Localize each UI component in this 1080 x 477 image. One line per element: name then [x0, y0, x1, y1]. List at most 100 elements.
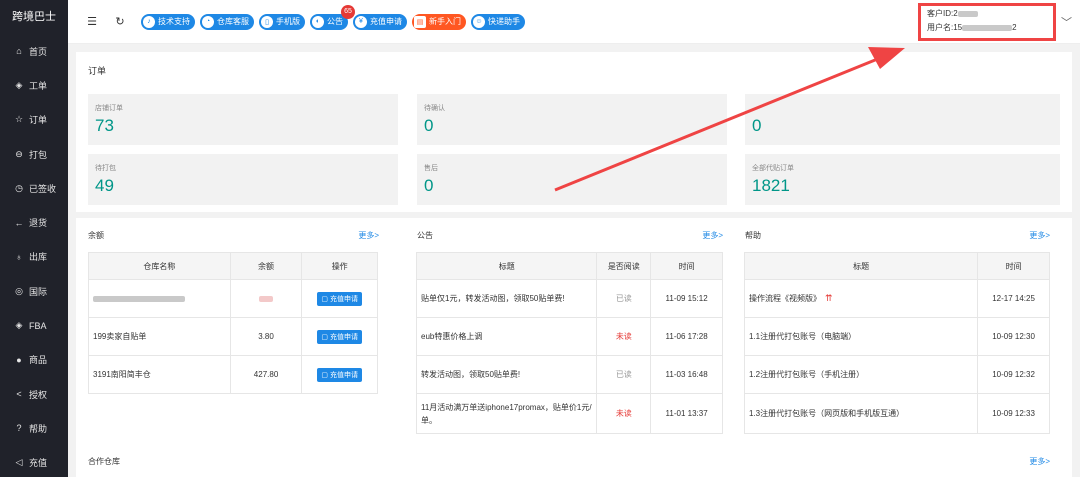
- sidebar-item-label: 出库: [29, 252, 48, 263]
- refresh-icon[interactable]: ↻: [112, 15, 128, 28]
- tech-support-button[interactable]: ♪ 技术支持: [141, 13, 195, 30]
- recharge-apply-button[interactable]: ▢ 充值申请: [317, 291, 362, 306]
- stat-label: 店铺订单: [95, 105, 123, 112]
- help-title-cell[interactable]: 1.1注册代打包账号（电脑端）: [743, 317, 979, 356]
- sidebar-item-label: 打包: [29, 149, 48, 160]
- notice-title-cell[interactable]: eub特惠价格上调: [415, 317, 598, 356]
- partner-more-link[interactable]: 更多>: [1029, 456, 1050, 467]
- table-row: ▢ 充值申请: [88, 279, 378, 318]
- stat-label: 待确认: [424, 105, 445, 112]
- sidebar-nav: ⌂ 首页 ◈ 工单 ☆ 订单 ⊖ 打包 ◷ 已签收 ← 退货 ♁ 出库 ◎ 国际 ◈ FBA ● 商品 < 授权? 帮助 ◁ 充…: [0, 34, 68, 477]
- button-label: 充值申请: [329, 371, 358, 379]
- order-stat-card[interactable]: 售后 0: [417, 154, 727, 205]
- mobile-button[interactable]: ▯ 手机版: [259, 13, 305, 30]
- sign-icon: ◷: [15, 182, 23, 193]
- sidebar-item-label: 商品: [29, 355, 48, 366]
- balance-table: 仓库名称 余额 操作 ▢ 充值申请 199卖家自贴单 3.80 ▢ 充值申请 3191南阳简丰…: [88, 252, 378, 394]
- beginner-label: 新手入门: [429, 17, 461, 26]
- sidebar-item-4[interactable]: ◷ 已签收: [0, 171, 68, 205]
- warehouse-service-button[interactable]: ◔ 仓库客服: [200, 13, 254, 30]
- notice-title-cell[interactable]: 转发活动图，领取50贴单费!: [415, 355, 598, 394]
- sidebar-item-label: 工单: [29, 80, 48, 91]
- recharge-apply-button[interactable]: ¥ 充值申请: [353, 13, 407, 30]
- notice-title-cell[interactable]: 11月活动满万单送iphone17promax，贴单价1元/单。: [415, 393, 598, 434]
- tech-support-label: 技术支持: [158, 17, 190, 26]
- order-stat-card[interactable]: 店铺订单 73: [88, 94, 398, 145]
- recharge-apply-label: 充值申请: [370, 17, 402, 26]
- sidebar-item-label: 已签收: [29, 183, 57, 194]
- notice-time: 11-09 15:12: [650, 279, 723, 318]
- dashboard-panel: 余额 更多> 公告 更多> 帮助 更多> 仓库名称 余额 操作 ▢ 充值申请 199卖家…: [76, 218, 1072, 477]
- sidebar-item-3[interactable]: ⊖ 打包: [0, 137, 68, 171]
- table-row[interactable]: 1.3注册代打包账号（网页版和手机版互通） 10-09 12:33: [743, 393, 1050, 434]
- beginner-button[interactable]: ▤ 新手入门: [412, 13, 466, 30]
- user-info-box[interactable]: 客户ID:2 用户名:15 2: [918, 3, 1056, 41]
- balance-title: 余额: [88, 231, 104, 240]
- sidebar-item-label: 帮助: [29, 423, 48, 434]
- warehouse-name: 3191南阳简丰仓: [88, 355, 231, 394]
- stat-value: 0: [752, 116, 762, 135]
- warehouse-name-text: 199卖家自贴单: [93, 332, 147, 341]
- table-row[interactable]: eub特惠价格上调 未读 11-06 17:28: [415, 317, 723, 356]
- read-status: 未读: [596, 393, 652, 434]
- express-helper-button[interactable]: ☺ 快递助手: [471, 13, 525, 30]
- sidebar-item-2[interactable]: ☆ 订单: [0, 103, 68, 137]
- read-status: 已读: [596, 355, 652, 394]
- sidebar-item-6[interactable]: ♁ 出库: [0, 240, 68, 274]
- notice-button[interactable]: ◐ 公告 65: [310, 4, 355, 30]
- sidebar-item-1[interactable]: ◈ 工单: [0, 68, 68, 102]
- help-title-text: 1.3注册代打包账号（网页版和手机版互通）: [749, 409, 905, 418]
- help-time: 12-17 14:25: [977, 279, 1050, 318]
- column-header: 是否阅读: [596, 252, 652, 280]
- sidebar-item-label: 退货: [29, 218, 48, 229]
- table-row[interactable]: 转发活动图，领取50贴单费! 已读 11-03 16:48: [415, 355, 723, 394]
- recharge-apply-button[interactable]: ▢ 充值申请: [317, 367, 362, 382]
- notice-title: 公告: [417, 231, 433, 240]
- top-pin-icon: ⇈: [825, 293, 833, 303]
- sidebar-item-label: FBA: [29, 320, 47, 331]
- edit-icon: ▢: [321, 295, 330, 303]
- sidebar-item-5[interactable]: ← 退货: [0, 205, 68, 239]
- help-title-cell[interactable]: 1.2注册代打包账号（手机注册）: [743, 355, 979, 394]
- sidebar-item-12[interactable]: ◁ 充值: [0, 446, 68, 477]
- stat-label: 全部代贴订单: [752, 165, 794, 172]
- table-row[interactable]: 贴单仅1元，转发活动图，领取50贴单费! 已读 11-09 15:12: [415, 279, 723, 318]
- table-row[interactable]: 1.1注册代打包账号（电脑端） 10-09 12:30: [743, 317, 1050, 356]
- table-row[interactable]: 操作流程《视频版》 ⇈ 12-17 14:25: [743, 279, 1050, 318]
- sidebar-item-7[interactable]: ◎ 国际: [0, 274, 68, 308]
- recharge-apply-button[interactable]: ▢ 充值申请: [317, 329, 362, 344]
- sidebar-item-10[interactable]: < 授权: [0, 377, 68, 411]
- table-row[interactable]: 1.2注册代打包账号（手机注册） 10-09 12:32: [743, 355, 1050, 394]
- help-title-cell[interactable]: 操作流程《视频版》 ⇈: [743, 279, 979, 318]
- menu-toggle-icon[interactable]: ☰: [84, 15, 100, 28]
- fba-icon: ◈: [15, 320, 23, 331]
- share-icon: <: [16, 389, 22, 400]
- chevron-down-icon[interactable]: ﹀: [1061, 14, 1072, 30]
- balance-more-link[interactable]: 更多>: [358, 230, 379, 241]
- order-stat-card[interactable]: 待确认 0: [417, 94, 727, 145]
- action-cell: ▢ 充值申请: [301, 317, 378, 356]
- sidebar-item-0[interactable]: ⌂ 首页: [0, 34, 68, 68]
- table-row[interactable]: 11月活动满万单送iphone17promax，贴单价1元/单。 未读 11-01 …: [415, 393, 723, 434]
- brand-logo[interactable]: 跨境巴士: [0, 0, 68, 34]
- help-more-link[interactable]: 更多>: [1029, 230, 1050, 241]
- help-title-cell[interactable]: 1.3注册代打包账号（网页版和手机版互通）: [743, 393, 979, 434]
- order-stat-card[interactable]: 0: [745, 94, 1060, 145]
- sidebar: 跨境巴士 ⌂ 首页 ◈ 工单 ☆ 订单 ⊖ 打包 ◷ 已签收 ← 退货 ♁ 出库 ◎ 国际 ◈ FBA ● 商品 < 授权…: [0, 0, 68, 477]
- button-label: 充值申请: [329, 295, 358, 303]
- notice-title-cell[interactable]: 贴单仅1元，转发活动图，领取50贴单费!: [415, 279, 598, 318]
- read-status: 未读: [596, 317, 652, 356]
- column-header: 余额: [229, 252, 303, 280]
- order-stat-card[interactable]: 待打包 49: [88, 154, 398, 205]
- help-title-text: 1.1注册代打包账号（电脑端）: [749, 332, 857, 341]
- globe-icon: ◎: [15, 285, 23, 296]
- notice-more-link[interactable]: 更多>: [702, 230, 723, 241]
- action-cell: ▢ 充值申请: [301, 279, 378, 318]
- sidebar-item-8[interactable]: ◈ FBA: [0, 308, 68, 342]
- help-title-text: 1.2注册代打包账号（手机注册）: [749, 370, 865, 379]
- order-stat-card[interactable]: 全部代贴订单 1821: [745, 154, 1060, 205]
- column-header: 时间: [977, 252, 1050, 280]
- sidebar-item-11[interactable]: ? 帮助: [0, 411, 68, 445]
- balance-amount: [229, 279, 303, 318]
- sidebar-item-9[interactable]: ● 商品: [0, 343, 68, 377]
